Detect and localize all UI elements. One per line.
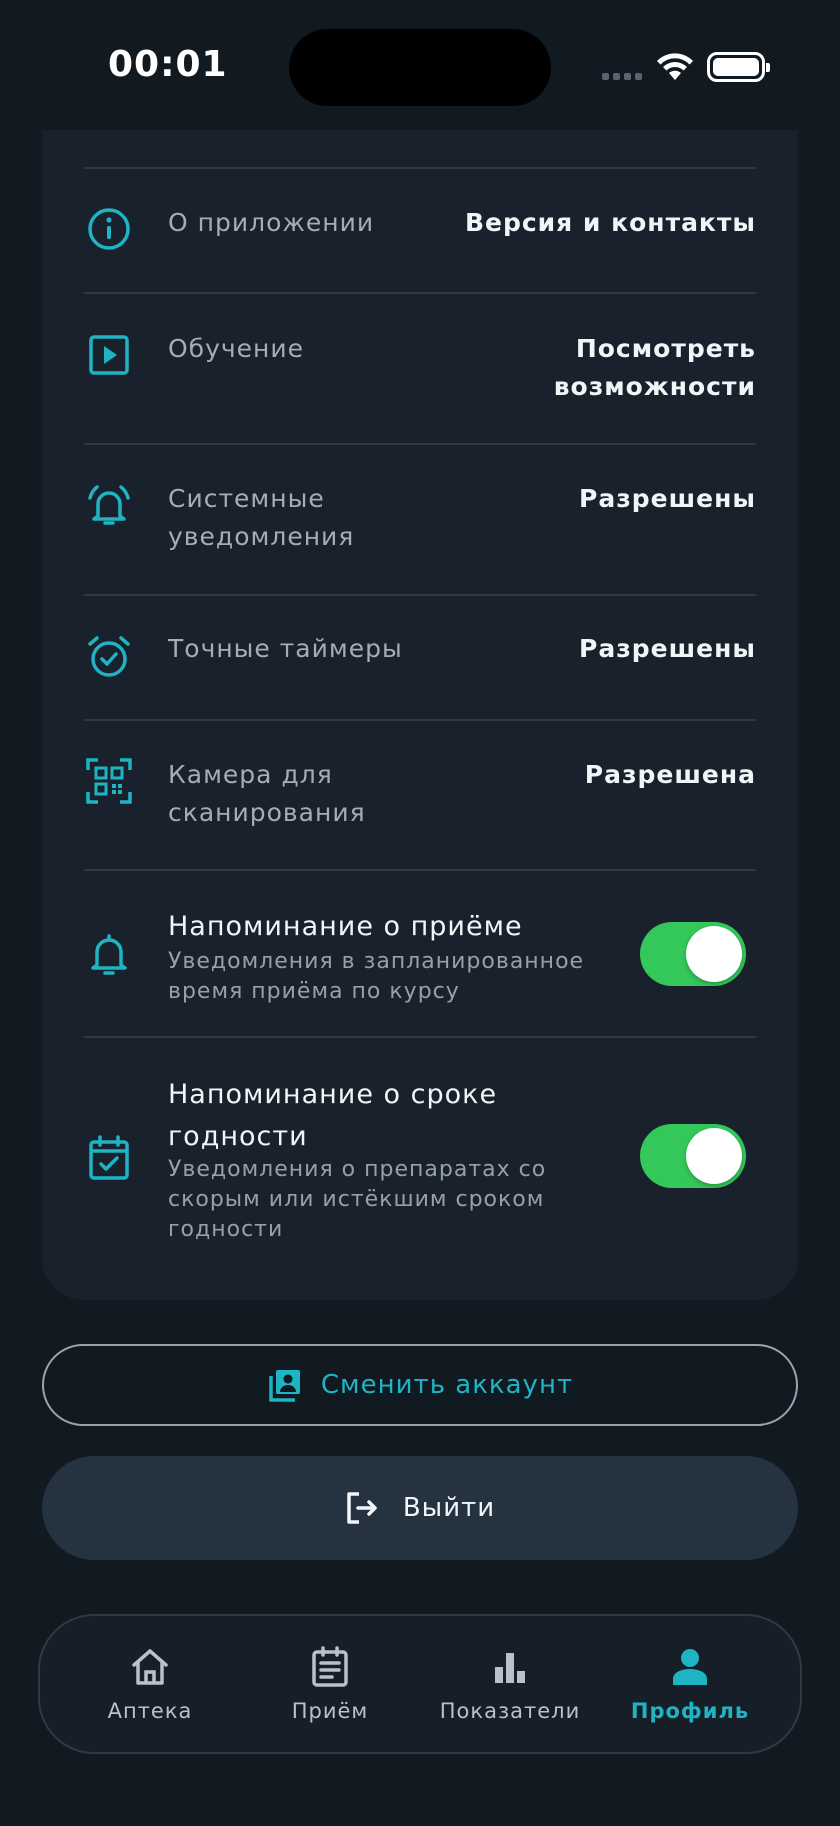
info-icon [88, 208, 130, 250]
calendar-check-icon [89, 1135, 129, 1180]
expiry-reminder-subtitle-line3: годности [168, 1217, 284, 1242]
tab-pharmacy-label: Аптека [107, 1699, 193, 1723]
about-value: Версия и контакты [464, 208, 756, 237]
alarm-clock-check-icon [88, 636, 130, 677]
system-notifications-label-line1: Системные [168, 484, 325, 513]
switch-account-button[interactable]: Сменить аккаунт [42, 1344, 798, 1426]
status-bar: 00:01 [0, 0, 840, 130]
tab-intake[interactable]: Приём [240, 1645, 420, 1723]
divider [84, 594, 756, 596]
switch-account-label: Сменить аккаунт [320, 1370, 574, 1400]
bottom-tab-bar: Аптека Приём Показатели Профиль [38, 1614, 802, 1754]
divider [84, 443, 756, 445]
intake-reminder-title: Напоминание о приёме [168, 911, 523, 942]
tutorial-value-line1: Посмотреть [575, 334, 756, 363]
dynamic-island [289, 29, 551, 106]
tab-intake-label: Приём [291, 1699, 369, 1723]
person-icon [673, 1649, 707, 1685]
toggle-knob [686, 926, 742, 982]
tab-metrics[interactable]: Показатели [420, 1645, 600, 1723]
divider [84, 719, 756, 721]
home-icon [132, 1649, 168, 1685]
expiry-reminder-subtitle-line1: Уведомления о препаратах со [168, 1157, 547, 1182]
account-switch-icon [269, 1370, 300, 1402]
bar-chart-icon [495, 1653, 525, 1683]
intake-reminder-subtitle-line2: время приёма по курсу [168, 979, 460, 1004]
divider [84, 869, 756, 871]
expiry-reminder-title-line2: годности [168, 1121, 308, 1152]
intake-reminder-toggle[interactable] [640, 922, 746, 986]
divider [84, 292, 756, 294]
qr-scan-icon [86, 758, 132, 804]
camera-label-line2: сканирования [168, 798, 366, 827]
settings-card: О приложении Версия и контакты Обучение … [42, 130, 798, 1300]
tab-profile-label: Профиль [630, 1699, 750, 1723]
divider [84, 167, 756, 169]
exact-timers-value: Разрешены [579, 634, 756, 663]
about-label: О приложении [168, 208, 375, 237]
tab-profile[interactable]: Профиль [600, 1645, 780, 1723]
toggle-knob [686, 1128, 742, 1184]
tab-metrics-label: Показатели [439, 1699, 581, 1723]
logout-button[interactable]: Выйти [42, 1456, 798, 1560]
divider [84, 1036, 756, 1038]
intake-reminder-subtitle-line1: Уведомления в запланированное [168, 949, 585, 974]
status-time: 00:01 [108, 44, 228, 85]
exact-timers-label: Точные таймеры [168, 634, 403, 663]
system-notifications-value: Разрешены [579, 484, 756, 513]
cellular-signal-icon [602, 73, 642, 80]
clipboard-list-icon [312, 1646, 348, 1687]
bell-icon [91, 934, 127, 975]
camera-label-line1: Камера для [168, 760, 333, 789]
logout-label: Выйти [402, 1493, 496, 1523]
expiry-reminder-toggle[interactable] [640, 1124, 746, 1188]
camera-value: Разрешена [584, 760, 756, 789]
system-notifications-label-line2: уведомления [168, 522, 355, 551]
tutorial-label: Обучение [168, 334, 305, 363]
battery-icon [707, 52, 770, 82]
expiry-reminder-title-line1: Напоминание о сроке [168, 1079, 498, 1110]
logout-icon [347, 1492, 377, 1524]
tutorial-value-line2: возможности [553, 372, 756, 401]
expiry-reminder-subtitle-line2: скорым или истёкшим сроком [168, 1187, 545, 1212]
wifi-icon [657, 53, 693, 80]
tab-pharmacy[interactable]: Аптека [60, 1645, 240, 1723]
alarm-bell-icon [88, 485, 130, 525]
play-square-icon [89, 335, 129, 375]
